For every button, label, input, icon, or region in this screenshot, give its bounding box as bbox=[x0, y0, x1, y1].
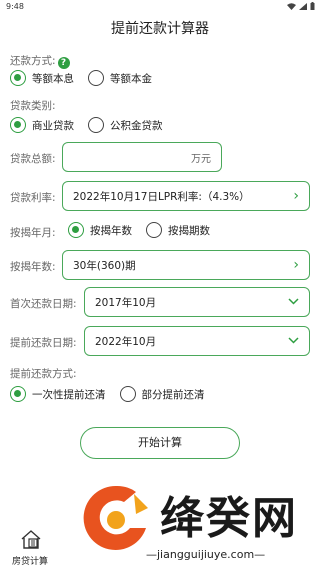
radio-dot bbox=[88, 70, 104, 86]
mortgage-by-group: 按揭年数 按揭期数 bbox=[68, 222, 224, 238]
mortgage-years-label: 按揭年数: bbox=[10, 261, 56, 273]
radio-label: 等额本息 bbox=[32, 72, 74, 85]
radio-commercial-loan[interactable]: 商业贷款 bbox=[10, 117, 74, 133]
radio-mortgage-years[interactable]: 按揭年数 bbox=[68, 222, 132, 238]
status-icons bbox=[287, 2, 315, 10]
radio-label: 按揭年数 bbox=[90, 224, 132, 237]
loan-amount-input[interactable]: 万元 bbox=[62, 142, 222, 172]
loan-type-group: 商业贷款 公积金贷款 bbox=[10, 117, 177, 133]
chevron-down-icon bbox=[288, 335, 299, 347]
loan-rate-label: 贷款利率: bbox=[10, 192, 56, 204]
first-repay-date-select[interactable]: 2017年10月 bbox=[84, 287, 310, 317]
house-calculator-icon bbox=[21, 530, 41, 549]
watermark-name: 绛癸网 bbox=[160, 493, 298, 544]
loan-amount-label: 贷款总额: bbox=[10, 153, 56, 165]
repayment-method-label-text: 还款方式: bbox=[10, 55, 56, 67]
prepay-method-label: 提前还款方式: bbox=[10, 368, 77, 380]
radio-equal-principal[interactable]: 等额本金 bbox=[88, 70, 152, 86]
status-bar: 9:48 bbox=[0, 0, 320, 14]
first-repay-date-value: 2017年10月 bbox=[95, 296, 157, 309]
page-title: 提前还款计算器 bbox=[111, 21, 209, 37]
chevron-down-icon bbox=[288, 296, 299, 308]
radio-full-prepay[interactable]: 一次性提前还清 bbox=[10, 386, 106, 402]
start-calculate-button[interactable]: 开始计算 bbox=[80, 427, 240, 459]
prepay-date-label: 提前还款日期: bbox=[10, 337, 77, 349]
help-icon[interactable]: ? bbox=[57, 57, 70, 69]
chevron-right-icon: › bbox=[293, 188, 299, 204]
radio-label: 按揭期数 bbox=[168, 224, 210, 237]
battery-icon bbox=[310, 2, 315, 10]
bottom-nav-mortgage-calc[interactable]: 房贷计算 bbox=[0, 523, 60, 569]
radio-provident-fund-loan[interactable]: 公积金贷款 bbox=[88, 117, 163, 133]
radio-mortgage-periods[interactable]: 按揭期数 bbox=[146, 222, 210, 238]
signal-icon bbox=[299, 2, 307, 10]
radio-dot bbox=[10, 117, 26, 133]
radio-label: 商业贷款 bbox=[32, 119, 74, 132]
loan-type-label: 贷款类别: bbox=[10, 100, 56, 112]
radio-label: 部分提前还清 bbox=[141, 388, 205, 401]
radio-dot bbox=[119, 386, 136, 402]
loan-amount-unit: 万元 bbox=[191, 153, 211, 165]
watermark-logo-icon bbox=[83, 485, 148, 550]
mortgage-by-label: 按揭年月: bbox=[10, 227, 56, 239]
loan-rate-value: 2022年10月17日LPR利率:（4.3%） bbox=[73, 190, 250, 203]
radio-label: 等额本金 bbox=[110, 72, 152, 85]
loan-rate-selector[interactable]: 2022年10月17日LPR利率:（4.3%） › bbox=[62, 181, 310, 211]
radio-equal-installment[interactable]: 等额本息 bbox=[10, 70, 74, 86]
radio-dot bbox=[146, 222, 162, 238]
radio-label: 一次性提前还清 bbox=[32, 388, 106, 401]
radio-label: 公积金贷款 bbox=[110, 119, 163, 132]
mortgage-years-value: 30年(360)期 bbox=[73, 259, 136, 272]
bottom-nav-label: 房贷计算 bbox=[11, 557, 48, 567]
radio-dot bbox=[10, 70, 26, 86]
radio-dot bbox=[10, 386, 26, 402]
prepay-date-value: 2022年10月 bbox=[95, 335, 157, 348]
first-repay-date-label: 首次还款日期: bbox=[10, 298, 77, 310]
radio-dot bbox=[88, 117, 104, 133]
status-time: 9:48 bbox=[6, 2, 24, 11]
watermark-url: —jiangguijiuye.com— bbox=[146, 548, 266, 561]
wifi-icon bbox=[287, 2, 296, 10]
repayment-method-group: 等额本息 等额本金 bbox=[10, 70, 166, 86]
radio-partial-prepay[interactable]: 部分提前还清 bbox=[119, 386, 205, 402]
watermark: 绛癸网 —jiangguijiuye.com— bbox=[78, 478, 312, 564]
repayment-method-label: 还款方式:? bbox=[10, 53, 70, 69]
mortgage-years-selector[interactable]: 30年(360)期 › bbox=[62, 250, 310, 280]
chevron-right-icon: › bbox=[293, 257, 299, 273]
prepay-method-group: 一次性提前还清 部分提前还清 bbox=[10, 386, 219, 402]
prepay-date-select[interactable]: 2022年10月 bbox=[84, 326, 310, 356]
radio-dot bbox=[68, 222, 84, 238]
